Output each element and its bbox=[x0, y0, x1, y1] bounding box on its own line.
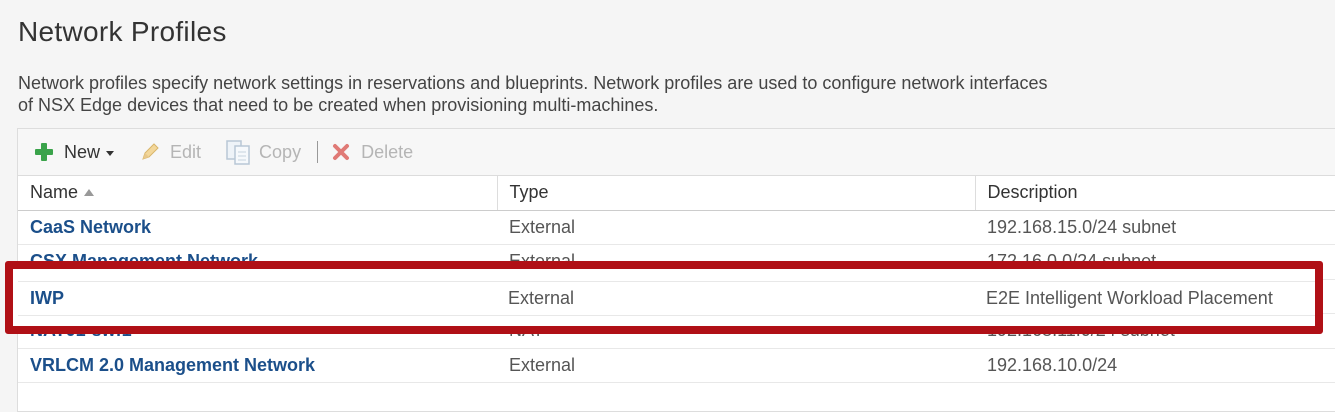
row-type: External bbox=[497, 279, 975, 314]
table-header-row: Name Type Description bbox=[18, 176, 1335, 211]
row-description: 192.168.11.0/24 subnet bbox=[975, 313, 1335, 349]
table-row[interactable]: CaaS Network External 192.168.15.0/24 su… bbox=[18, 210, 1335, 245]
edit-label: Edit bbox=[170, 141, 202, 162]
toolbar: New Edit Copy Delete bbox=[18, 129, 1335, 176]
page-description: Network profiles specify network setting… bbox=[18, 72, 1318, 116]
row-name[interactable]: NAT01-swf1 bbox=[18, 313, 497, 349]
column-header-type[interactable]: Type bbox=[497, 176, 976, 211]
description-line-1: Network profiles specify network setting… bbox=[18, 73, 1048, 93]
page-title: Network Profiles bbox=[18, 16, 227, 47]
row-name[interactable]: CaaS Network bbox=[18, 210, 497, 245]
delete-label: Delete bbox=[361, 141, 414, 162]
new-button[interactable]: New bbox=[34, 129, 115, 176]
plus-icon bbox=[35, 143, 53, 161]
row-name[interactable]: VRLCM 2.0 Management Network bbox=[18, 348, 497, 383]
new-label: New bbox=[64, 141, 101, 162]
row-type: External bbox=[497, 348, 975, 383]
row-description: 172.16.0.0/24 subnet bbox=[975, 244, 1335, 280]
sort-ascending-icon bbox=[84, 189, 95, 197]
column-header-name[interactable]: Name bbox=[18, 176, 498, 211]
pencil-icon bbox=[142, 143, 159, 160]
table-row[interactable]: IWP External E2E Intelligent Workload Pl… bbox=[18, 279, 1335, 314]
copy-icon bbox=[226, 140, 250, 165]
row-type: External bbox=[497, 210, 975, 245]
network-profiles-panel: New Edit Copy Delete Name Type Descripti… bbox=[17, 128, 1335, 412]
row-type: NAT bbox=[497, 313, 975, 349]
description-line-2: of NSX Edge devices that need to be crea… bbox=[18, 95, 659, 115]
column-header-description[interactable]: Description bbox=[975, 176, 1335, 211]
chevron-down-icon bbox=[106, 151, 115, 156]
row-name[interactable]: CSX Management Network bbox=[18, 244, 497, 280]
delete-button[interactable]: Delete bbox=[332, 129, 413, 176]
copy-label: Copy bbox=[259, 141, 302, 162]
row-description: 192.168.10.0/24 bbox=[975, 348, 1335, 383]
profiles-table: Name Type Description CaaS Network Exter… bbox=[18, 176, 1335, 383]
table-row[interactable]: VRLCM 2.0 Management Network External 19… bbox=[18, 348, 1335, 383]
table-row[interactable]: NAT01-swf1 NAT 192.168.11.0/24 subnet bbox=[18, 313, 1335, 349]
table-row[interactable]: CSX Management Network External 172.16.0… bbox=[18, 244, 1335, 280]
delete-x-icon bbox=[333, 144, 350, 160]
row-description: 192.168.15.0/24 subnet bbox=[975, 210, 1335, 245]
copy-button[interactable]: Copy bbox=[225, 129, 301, 176]
row-name[interactable]: IWP bbox=[18, 279, 497, 314]
row-type: External bbox=[497, 244, 975, 280]
edit-button[interactable]: Edit bbox=[140, 129, 201, 176]
toolbar-separator bbox=[317, 141, 319, 163]
row-description: E2E Intelligent Workload Placement bbox=[975, 279, 1335, 314]
